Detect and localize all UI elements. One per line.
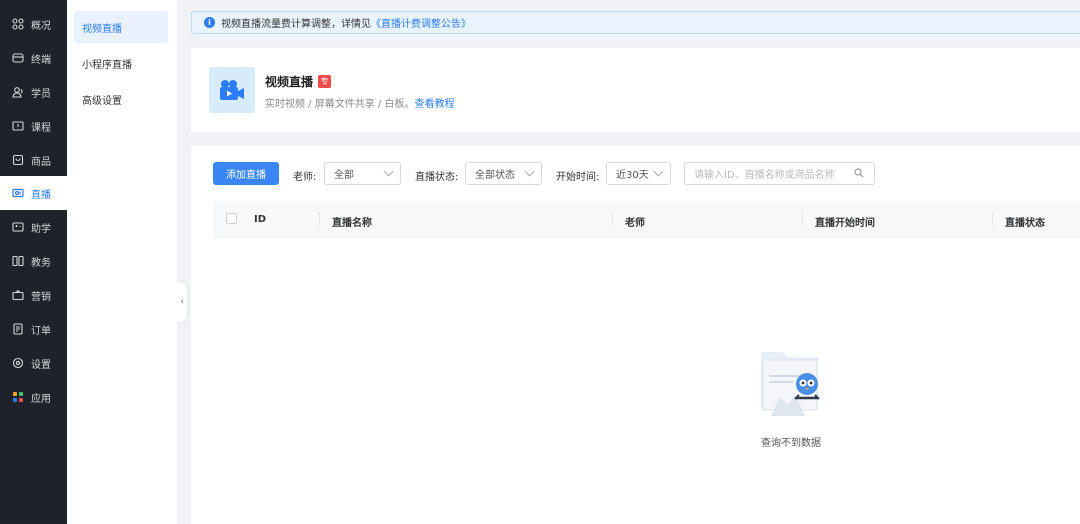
overview-icon — [11, 18, 24, 31]
primary-sidebar: 概况 终端 学员 课程 商品 直播 助学 教务 营销 订单 设置 应用 — [0, 0, 67, 524]
add-live-button[interactable]: 添加直播 — [213, 162, 279, 185]
column-header-live-status: 直播状态 — [1005, 218, 1045, 229]
nav-label: 助学 — [31, 223, 51, 235]
settings-icon — [11, 357, 24, 370]
subnav-label: 视频直播 — [82, 23, 122, 35]
chevron-down-icon — [653, 166, 664, 177]
nav-label: 设置 — [31, 359, 51, 371]
status-filter-label: 直播状态: — [415, 172, 459, 183]
search-icon[interactable] — [854, 168, 864, 181]
nav-label: 终端 — [31, 54, 51, 66]
column-header-live-name: 直播名称 — [332, 218, 372, 229]
teacher-filter-label: 老师: — [293, 172, 317, 183]
column-divider — [992, 212, 993, 226]
search-input[interactable]: 请输入ID、直播名称或商品名称 — [684, 162, 875, 185]
subnav-item-video-live[interactable]: 视频直播 — [74, 11, 168, 43]
time-range-select[interactable]: 近30天 — [606, 162, 671, 185]
nav-item-order[interactable]: 订单 — [0, 312, 67, 346]
search-placeholder: 请输入ID、直播名称或商品名称 — [694, 170, 835, 181]
nav-label: 直播 — [31, 189, 51, 201]
nav-label: 营销 — [31, 291, 51, 303]
nav-label: 应用 — [31, 393, 51, 405]
teacher-select-value: 全部 — [334, 170, 354, 181]
column-header-teacher: 老师 — [625, 218, 645, 229]
page-header-card: 视频直播 专 实时视频 / 屏幕文件共享 / 白板。查看教程 — [191, 48, 1080, 132]
nav-item-students[interactable]: 学员 — [0, 75, 67, 109]
select-all-checkbox[interactable] — [226, 213, 237, 224]
table-header: ID 直播名称 老师 直播开始时间 直播状态 — [213, 201, 1080, 238]
column-divider — [802, 212, 803, 226]
time-range-select-value: 近30天 — [616, 170, 649, 181]
column-divider — [612, 212, 613, 226]
order-icon — [11, 323, 24, 336]
academic-icon — [11, 255, 24, 268]
page-description-text: 实时视频 / 屏幕文件共享 / 白板。 — [265, 99, 415, 110]
time-filter-label: 开始时间: — [556, 172, 600, 183]
notice-link[interactable]: 《直播计费调整公告》 — [371, 15, 471, 30]
live-icon — [11, 187, 24, 200]
nav-item-assist[interactable]: 助学 — [0, 210, 67, 244]
status-select[interactable]: 全部状态 — [465, 162, 542, 185]
subnav-item-miniprogram-live[interactable]: 小程序直播 — [74, 47, 168, 79]
page-title: 视频直播 专 — [265, 73, 332, 90]
column-header-id: ID — [254, 214, 267, 225]
empty-state-text: 查询不到数据 — [761, 438, 821, 449]
chevron-down-icon — [383, 166, 394, 177]
nav-label: 教务 — [31, 257, 51, 269]
nav-item-goods[interactable]: 商品 — [0, 143, 67, 177]
apps-icon — [11, 391, 24, 404]
nav-label: 课程 — [31, 122, 51, 134]
nav-item-academic[interactable]: 教务 — [0, 244, 67, 278]
nav-label: 学员 — [31, 88, 51, 100]
assist-icon — [11, 221, 24, 234]
marketing-icon — [11, 289, 24, 302]
goods-icon — [11, 154, 24, 167]
empty-state-illustration — [746, 346, 836, 425]
pro-badge: 专 — [318, 75, 332, 88]
terminal-icon — [11, 52, 24, 65]
nav-label: 商品 — [31, 156, 51, 168]
column-divider — [319, 212, 320, 226]
students-icon — [11, 86, 24, 99]
page-description: 实时视频 / 屏幕文件共享 / 白板。查看教程 — [265, 95, 454, 110]
nav-label: 概况 — [31, 20, 51, 32]
nav-item-terminal[interactable]: 终端 — [0, 41, 67, 75]
video-camera-icon — [209, 67, 255, 113]
info-icon: i — [204, 17, 215, 28]
course-icon — [11, 120, 24, 133]
chevron-down-icon — [524, 166, 535, 177]
nav-item-marketing[interactable]: 营销 — [0, 278, 67, 312]
nav-item-overview[interactable]: 概况 — [0, 7, 67, 41]
nav-label: 订单 — [31, 325, 51, 337]
notice-bar: i 视频直播流量费计算调整，详情见 《直播计费调整公告》 — [191, 11, 1080, 34]
live-list-card: 添加直播 老师: 全部 直播状态: 全部状态 开始时间: 近30天 请输入ID、… — [191, 146, 1080, 524]
subnav-label: 小程序直播 — [82, 59, 132, 71]
nav-item-settings[interactable]: 设置 — [0, 346, 67, 380]
subnav-item-advanced-settings[interactable]: 高级设置 — [74, 83, 168, 115]
chevron-left-icon: ‹ — [180, 297, 184, 307]
subnav-label: 高级设置 — [82, 95, 122, 107]
page-title-text: 视频直播 — [265, 75, 314, 89]
secondary-sidebar: 视频直播 小程序直播 高级设置 — [67, 0, 177, 524]
nav-item-live[interactable]: 直播 — [0, 176, 67, 210]
collapse-sidebar-button[interactable]: ‹ — [177, 283, 187, 321]
nav-item-apps[interactable]: 应用 — [0, 380, 67, 414]
status-select-value: 全部状态 — [475, 170, 515, 181]
notice-text: 视频直播流量费计算调整，详情见 — [221, 19, 371, 30]
tutorial-link[interactable]: 查看教程 — [414, 99, 454, 110]
teacher-select[interactable]: 全部 — [324, 162, 401, 185]
nav-item-course[interactable]: 课程 — [0, 109, 67, 143]
column-header-start-time: 直播开始时间 — [815, 218, 875, 229]
